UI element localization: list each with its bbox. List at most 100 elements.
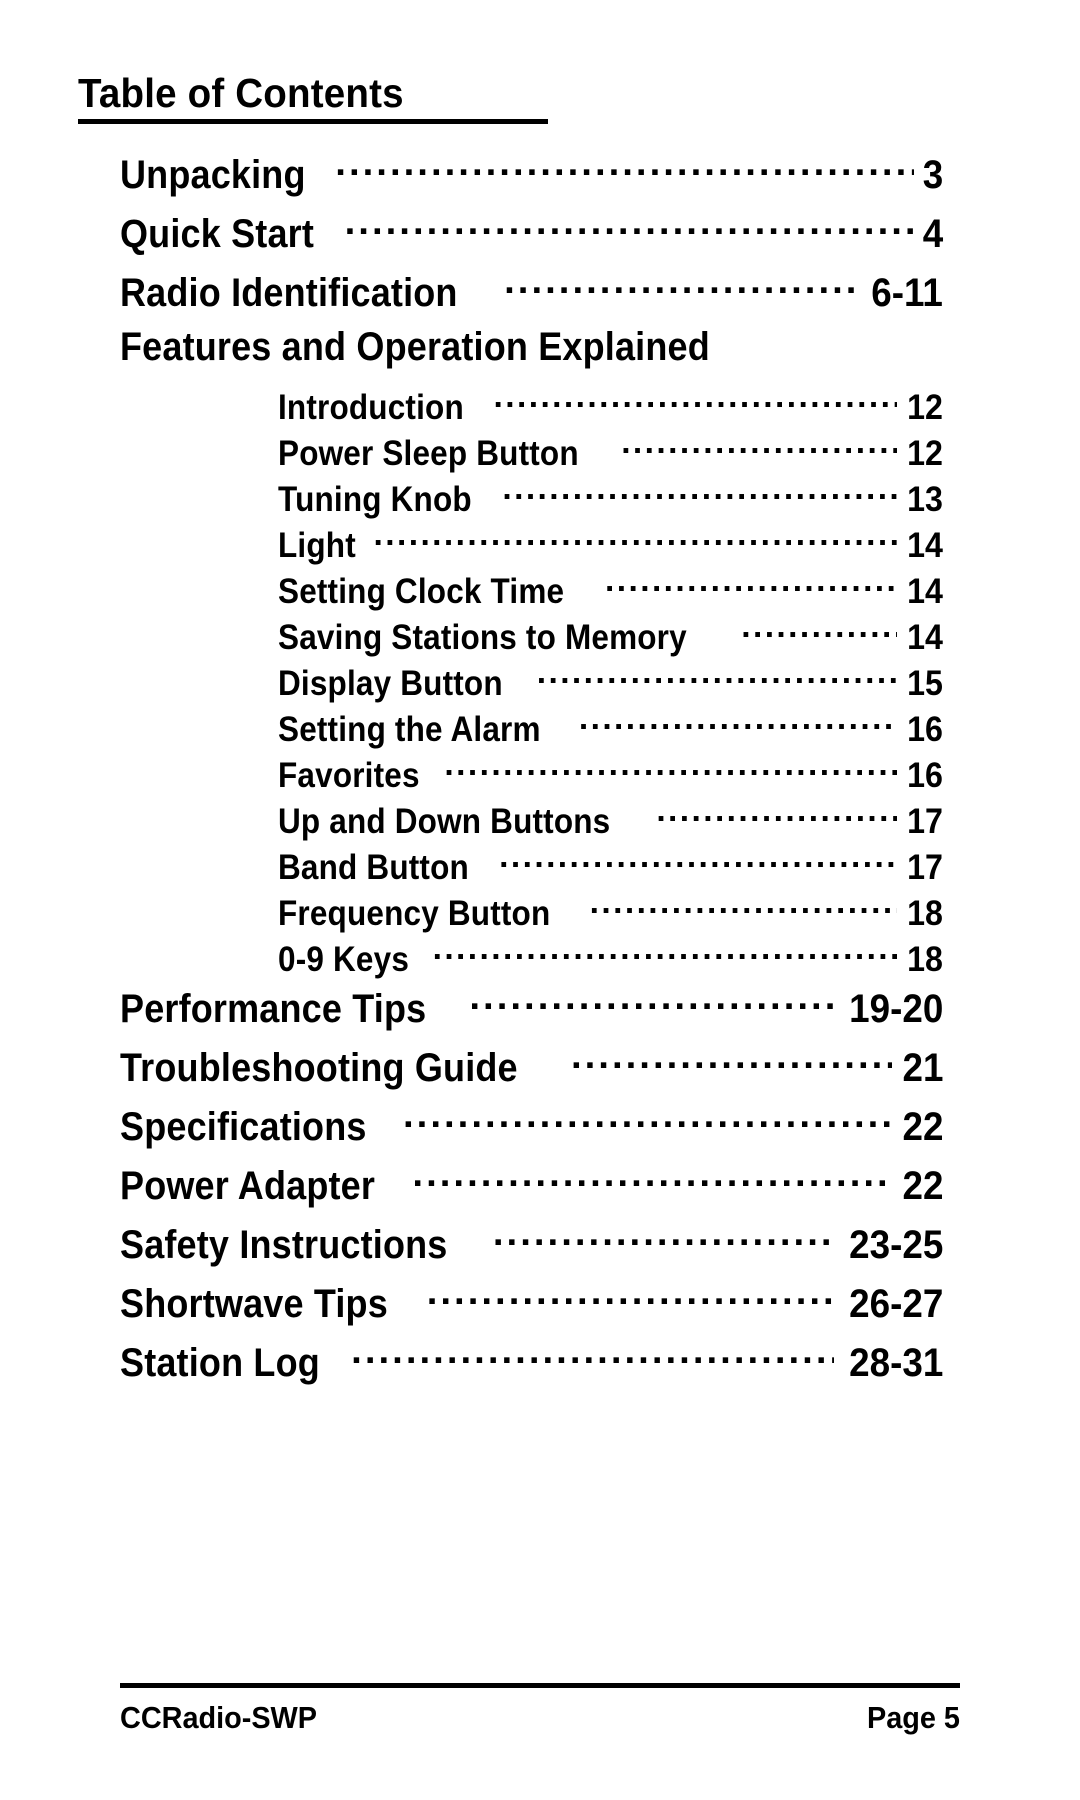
toc-entry-page-number: 14 <box>907 526 943 565</box>
toc-entry[interactable]: Quick Start 4 <box>0 207 1080 266</box>
toc-dot-leader <box>412 1159 891 1199</box>
footer-page-number: Page 5 <box>867 1700 960 1735</box>
toc-entry[interactable]: Tuning Knob 13 <box>0 476 1080 522</box>
toc-entry-label: Troubleshooting Guide <box>120 1046 518 1090</box>
toc-dot-leader <box>493 1218 834 1258</box>
toc-entry-label: Station Log <box>120 1341 320 1385</box>
toc-entry-label: Setting the Alarm <box>278 710 541 749</box>
toc-entry[interactable]: Specifications 22 <box>0 1100 1080 1159</box>
toc-entry-page-number: 19-20 <box>848 987 943 1031</box>
toc-entry-page-number: 26-27 <box>848 1282 943 1326</box>
toc-entry[interactable]: Setting the Alarm 16 <box>0 706 1080 752</box>
toc-entry-page-number: 18 <box>907 894 943 933</box>
toc-entry[interactable]: Troubleshooting Guide 21 <box>0 1041 1080 1100</box>
toc-dot-leader <box>427 1277 834 1317</box>
footer-product-name: CCRadio-SWP <box>120 1700 318 1735</box>
toc-dot-leader <box>469 982 833 1022</box>
toc-entry[interactable]: Safety Instructions 23-25 <box>0 1218 1080 1277</box>
toc-entry[interactable]: Introduction 12 <box>0 384 1080 430</box>
toc-entry-label: Saving Stations to Memory <box>278 618 687 657</box>
toc-entry-label: Specifications <box>120 1105 367 1149</box>
toc-entry-page-number: 16 <box>907 756 943 795</box>
toc-entry-page-number: 14 <box>907 572 943 611</box>
toc-entry-page-number: 22 <box>902 1105 943 1149</box>
toc-entry-label: Power Sleep Button <box>278 434 579 473</box>
toc-entry-page-number: 3 <box>922 153 943 197</box>
toc-entry-page-number: 23-25 <box>848 1223 943 1267</box>
toc-entry-label: Power Adapter <box>120 1164 376 1208</box>
toc-entry[interactable]: Favorites 16 <box>0 752 1080 798</box>
toc-dot-leader <box>335 148 913 188</box>
toc-dot-leader <box>621 430 897 465</box>
toc-dot-leader <box>502 476 897 511</box>
toc-entry-page-number: 16 <box>907 710 943 749</box>
toc-entry-label: Tuning Knob <box>278 480 472 519</box>
toc-entry-label: Safety Instructions <box>120 1223 448 1267</box>
toc-dot-leader <box>504 266 858 306</box>
toc-entry[interactable]: Features and Operation Explained <box>0 325 1080 384</box>
toc-entry-page-number: 6-11 <box>871 271 943 315</box>
toc-entry-label: Display Button <box>278 664 503 703</box>
toc-entry[interactable]: Light 14 <box>0 522 1080 568</box>
table-of-contents-list: Unpacking 3 Quick Start 4 Radio Identificati… <box>0 148 1080 1395</box>
toc-entry[interactable]: Frequency Button 18 <box>0 890 1080 936</box>
toc-dot-leader <box>345 207 914 247</box>
footer-divider-rule <box>120 1683 960 1688</box>
toc-entry-page-number: 12 <box>907 434 943 473</box>
toc-entry-label: Radio Identification <box>120 271 458 315</box>
toc-dot-leader <box>433 936 897 971</box>
toc-dot-leader <box>741 614 897 649</box>
toc-entry[interactable]: Performance Tips 19-20 <box>0 982 1080 1041</box>
toc-dot-leader <box>571 1041 892 1081</box>
toc-dot-leader <box>374 522 898 557</box>
toc-entry-label: Introduction <box>278 388 464 427</box>
toc-entry-page-number: 14 <box>907 618 943 657</box>
toc-entry-page-number: 15 <box>907 664 943 703</box>
toc-entry-page-number: 12 <box>907 388 943 427</box>
toc-entry-label: Features and Operation Explained <box>120 325 710 369</box>
toc-entry-page-number: 17 <box>907 848 943 887</box>
toc-entry[interactable]: 0-9 Keys 18 <box>0 936 1080 982</box>
toc-entry-page-number: 22 <box>902 1164 943 1208</box>
toc-entry[interactable]: Saving Stations to Memory 14 <box>0 614 1080 660</box>
toc-entry-label: Frequency Button <box>278 894 551 933</box>
toc-entry-label: Band Button <box>278 848 469 887</box>
toc-dot-leader <box>579 706 897 741</box>
toc-entry[interactable]: Band Button 17 <box>0 844 1080 890</box>
toc-entry-page-number: 4 <box>922 212 943 256</box>
toc-dot-leader <box>537 660 897 695</box>
toc-entry-label: Favorites <box>278 756 420 795</box>
toc-entry-label: Light <box>278 526 356 565</box>
toc-entry-label: Shortwave Tips <box>120 1282 388 1326</box>
toc-dot-leader <box>351 1336 834 1376</box>
toc-entry[interactable]: Setting Clock Time 14 <box>0 568 1080 614</box>
toc-dot-leader <box>499 844 897 879</box>
toc-entry[interactable]: Shortwave Tips 26-27 <box>0 1277 1080 1336</box>
toc-dot-leader <box>605 568 897 603</box>
toc-dot-leader <box>444 752 897 787</box>
toc-entry[interactable]: Power Adapter 22 <box>0 1159 1080 1218</box>
toc-title-block: Table of Contents <box>78 70 548 125</box>
toc-entry[interactable]: Up and Down Buttons 17 <box>0 798 1080 844</box>
toc-entry-label: Performance Tips <box>120 987 427 1031</box>
toc-dot-leader <box>590 890 897 925</box>
page-title: Table of Contents <box>78 70 404 116</box>
toc-entry-label: 0-9 Keys <box>278 940 410 979</box>
document-page: Table of Contents Unpacking 3 Quick Start 4… <box>0 0 1080 1800</box>
toc-entry[interactable]: Radio Identification 6-11 <box>0 266 1080 325</box>
toc-entry-label: Unpacking <box>120 153 306 197</box>
title-underline-rule <box>78 119 548 125</box>
toc-entry-page-number: 28-31 <box>848 1341 943 1385</box>
page-footer: CCRadio-SWP Page 5 <box>120 1700 960 1736</box>
toc-entry-page-number: 21 <box>902 1046 943 1090</box>
toc-dot-leader <box>656 798 897 833</box>
toc-entry[interactable]: Station Log 28-31 <box>0 1336 1080 1395</box>
toc-entry-label: Setting Clock Time <box>278 572 565 611</box>
toc-entry-label: Up and Down Buttons <box>278 802 611 841</box>
toc-dot-leader <box>403 1100 892 1140</box>
toc-entry-label: Quick Start <box>120 212 315 256</box>
toc-entry[interactable]: Unpacking 3 <box>0 148 1080 207</box>
toc-entry[interactable]: Display Button 15 <box>0 660 1080 706</box>
toc-entry[interactable]: Power Sleep Button 12 <box>0 430 1080 476</box>
toc-entry-page-number: 18 <box>907 940 943 979</box>
